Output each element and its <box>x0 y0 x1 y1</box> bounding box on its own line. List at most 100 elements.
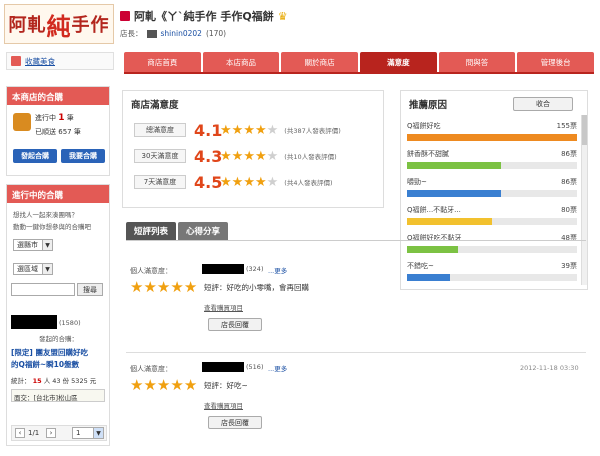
review-tabs-underline <box>126 240 586 241</box>
search-input[interactable] <box>11 283 75 296</box>
shop-title: 阿軋《ㄚˋ純手作 手作Q福餅 ♛ <box>120 8 288 24</box>
reason-bar-fill <box>407 218 492 225</box>
reason-bar-fill <box>407 134 577 141</box>
reason-label: 嚼勁~ <box>407 178 427 186</box>
star-icon: ★ <box>183 376 198 394</box>
star-icon: ★ <box>254 174 267 190</box>
tab-home[interactable]: 商店首頁 <box>124 52 201 72</box>
owner-label: 店長： <box>120 29 143 38</box>
comment-text: 好吃的小零嘴，會再回購 <box>226 283 310 292</box>
star-icon: ★ <box>130 376 144 394</box>
reason-row: 餅香酥不甜膩 86票 <box>407 149 577 169</box>
star-icon: ★ <box>254 148 267 164</box>
tab-products[interactable]: 本店商品 <box>202 52 280 72</box>
owner-score: (170) <box>205 29 227 38</box>
star-icon: ★ <box>231 148 244 164</box>
join-group-buy-button[interactable]: 我要合購 <box>61 149 105 163</box>
tab-satisfaction[interactable]: 滿意度 <box>360 52 437 72</box>
group-buy-location: 面交：[台北市]松山區 <box>11 389 105 402</box>
district-select-value: 選區域 <box>17 265 38 273</box>
favorite-icon <box>11 56 21 66</box>
reason-row: Q福餅好吃不黏牙 48票 <box>407 233 577 253</box>
star-icon: ★ <box>170 278 184 296</box>
shop-group-buy-box: 本商店的合購 進行中 1 筆 已順送 657 筆 發起合購 我要合購 <box>6 86 110 176</box>
star-icon: ★ <box>266 122 279 138</box>
review-item: 個人滿意度： ★ ★ ★ ★ ★ (516) ...更多 短評：好吃~ 查看購買項目 店… <box>130 360 585 450</box>
search-button[interactable]: 搜尋 <box>77 283 103 296</box>
prev-page-button[interactable]: ‹ <box>15 428 25 438</box>
satisfaction-count: (共387人發表評價) <box>284 127 341 135</box>
favorite-link[interactable]: 收藏美食 <box>6 52 114 70</box>
pager-text: 1/1 <box>28 429 40 437</box>
reason-bar <box>407 218 577 225</box>
owner-reply-button[interactable]: 店長回覆 <box>208 318 262 331</box>
star-icon: ★ <box>243 148 255 164</box>
tab-experience[interactable]: 心得分享 <box>178 222 229 240</box>
chevron-down-icon: ▼ <box>42 264 52 274</box>
star-icon: ★ <box>170 376 184 394</box>
reason-bar-fill <box>407 162 501 169</box>
tab-about[interactable]: 關於商店 <box>281 52 359 72</box>
district-select[interactable]: 選區域 ▼ <box>13 263 53 275</box>
group-buy-title-line-2[interactable]: 的Q福餅~瞬10盤數 <box>11 359 79 370</box>
view-item-link[interactable]: 查看購買項目 <box>204 302 243 312</box>
reason-count: 155票 <box>556 122 577 130</box>
group-buy-title-line-1[interactable]: [限定] 團友盟回購好吃 <box>11 347 88 358</box>
owner-reply-button[interactable]: 店長回覆 <box>208 416 262 429</box>
reason-label: Q福餅...不黏牙... <box>407 206 461 214</box>
reason-label: 餅香酥不甜膩 <box>407 150 449 158</box>
satisfaction-score: 4.3 <box>194 146 223 166</box>
review-comment: 短評：好吃的小零嘴，會再回購 <box>204 282 309 293</box>
done-unit: 筆 <box>73 128 81 136</box>
reviewer-name-redacted <box>202 264 244 274</box>
next-page-button[interactable]: › <box>46 428 56 438</box>
done-count: 657 <box>58 128 72 136</box>
view-item-link[interactable]: 查看購買項目 <box>204 400 243 410</box>
collapse-button[interactable]: 收合 <box>513 97 573 111</box>
tab-short-reviews[interactable]: 短評列表 <box>126 222 177 240</box>
tab-admin[interactable]: 管理後台 <box>517 52 595 72</box>
reviewer-score: (516) <box>246 363 264 371</box>
more-link[interactable]: ...更多 <box>268 363 287 373</box>
reason-bar-fill <box>407 246 458 253</box>
star-icon: ★ <box>130 278 144 296</box>
reason-count: 48票 <box>561 234 577 242</box>
review-date: 2012-11-18 03:30 <box>520 364 579 372</box>
comment-label: 短評： <box>204 283 227 292</box>
review-item: 個人滿意度： ★ ★ ★ ★ ★ (324) ...更多 短評：好吃的小零嘴，會再回購 … <box>130 262 585 352</box>
item-action: 發起的合購： <box>39 335 78 343</box>
ongoing-count: 1 <box>58 113 65 123</box>
star-icon: ★ <box>143 278 157 296</box>
satisfaction-score: 4.1 <box>194 120 223 140</box>
favorite-label: 收藏美食 <box>25 56 55 66</box>
reason-label: Q福餅好吃 <box>407 122 441 130</box>
city-select-value: 選縣市 <box>17 241 38 249</box>
star-icon: ★ <box>243 174 255 190</box>
shop-tabs: 商店首頁 本店商品 關於商店 滿意度 問與答 管理後台 <box>124 52 595 72</box>
scrollbar[interactable] <box>581 115 587 285</box>
rating-stars: ★ ★ ★ ★ ★ <box>130 378 197 393</box>
tab-qa[interactable]: 問與答 <box>438 52 516 72</box>
page-select[interactable]: 1 ▼ <box>72 427 104 439</box>
owner-name-link[interactable]: shinin0202 <box>161 29 202 38</box>
satisfaction-row: 7天滿意度 4.5 ★ ★ ★ ★ ★ (共4人發表評價) <box>134 173 333 192</box>
satisfaction-row: 總滿意度 4.1 ★ ★ ★ ★ ★ (共387人發表評價) <box>134 120 341 140</box>
review-comment: 短評：好吃~ <box>204 380 248 391</box>
reviewer-score: (324) <box>246 265 264 273</box>
star-icon: ★ <box>254 122 267 138</box>
crown-icon: ♛ <box>277 9 288 23</box>
chevron-down-icon: ▼ <box>42 240 52 250</box>
reason-bar-fill <box>407 190 501 197</box>
satisfaction-count: (共4人發表評價) <box>284 179 333 187</box>
intro-line-2: 動動一鍵你想參與的合購吧 <box>13 223 91 231</box>
start-group-buy-button[interactable]: 發起合購 <box>13 149 57 163</box>
scrollbar-thumb[interactable] <box>582 115 587 145</box>
comment-text: 好吃~ <box>226 381 248 390</box>
ongoing-unit: 筆 <box>66 114 74 122</box>
more-link[interactable]: ...更多 <box>268 265 287 275</box>
done-stat: 已順送 657 筆 <box>35 127 81 137</box>
city-select[interactable]: 選縣市 ▼ <box>13 239 53 251</box>
ongoing-group-buy-box: 進行中的合購 想找人一起來湊團嗎？ 動動一鍵你想參與的合購吧 選縣市 ▼ 選區域… <box>6 184 110 446</box>
star-icon: ★ <box>143 376 157 394</box>
shop-title-text: 阿軋《ㄚˋ純手作 手作Q福餅 <box>134 10 274 23</box>
